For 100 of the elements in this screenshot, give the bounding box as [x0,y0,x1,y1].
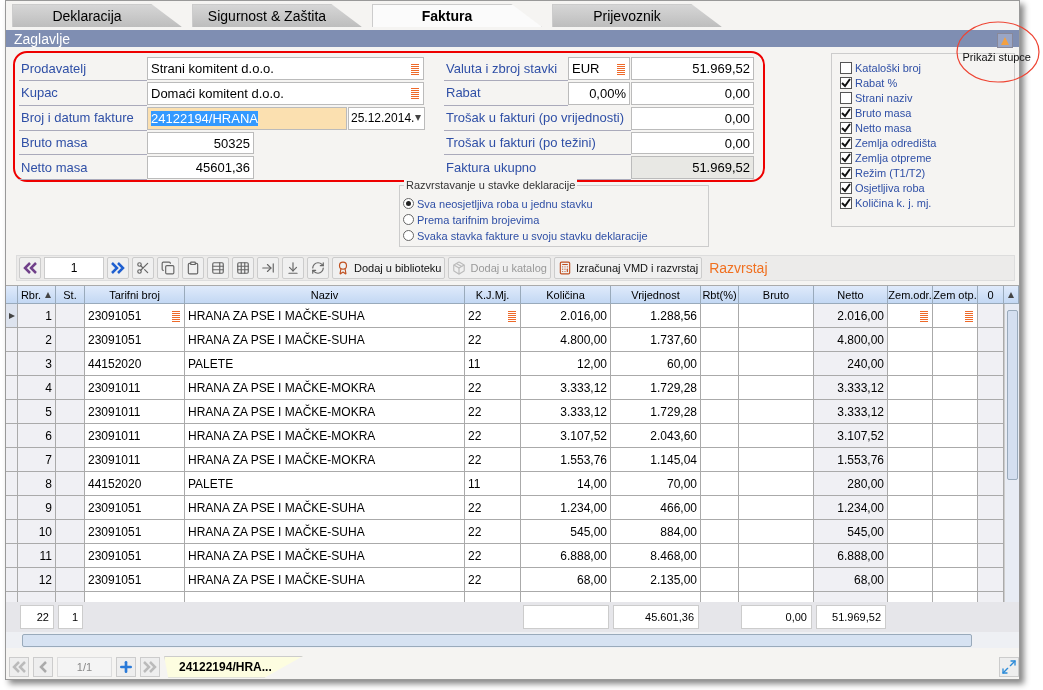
add-to-library-button[interactable]: Dodaj u biblioteku [332,257,446,280]
checkbox[interactable] [840,181,852,194]
radio-button[interactable] [403,230,414,242]
list-icon[interactable] [507,309,517,322]
list-icon[interactable] [964,309,974,322]
arrow-right-icon [261,261,275,276]
double-left-arrow-icon [23,262,37,275]
checkbox-label: Zemlja otpreme [855,151,932,164]
cut-button[interactable] [132,257,154,280]
table-cell [888,424,933,449]
table-cell: 1.729,28 [611,400,701,425]
add-button[interactable] [116,656,136,677]
row-selector[interactable] [6,304,18,329]
refresh-button[interactable] [307,257,329,280]
table-cell: 545,00 [521,520,611,545]
table-cell [56,544,85,569]
list-icon[interactable] [616,62,626,75]
checkbox[interactable] [840,196,852,209]
list-icon[interactable] [919,309,929,322]
tab[interactable]: Deklaracija [12,4,182,27]
delete-row-button[interactable] [232,257,254,280]
checkbox[interactable] [840,61,852,74]
date-field[interactable]: 25.12.2014. [348,106,425,130]
radio-button[interactable] [403,214,414,226]
column-header[interactable]: 0 [978,286,1004,305]
first-button[interactable] [19,257,41,280]
list-icon[interactable] [171,309,181,322]
gross-mass-field[interactable]: 50325 [147,131,254,155]
row-number-field[interactable]: 1 [44,257,104,280]
table-cell: 22 [465,544,521,569]
tab[interactable]: Prijevoznik [552,4,722,27]
document-tab[interactable]: 24122194/HRA... [164,655,304,678]
amount-field[interactable]: 0,00 [631,131,754,155]
first-page-button[interactable] [9,656,29,677]
column-header[interactable]: K.J.Mj. [465,286,521,305]
table-cell [933,376,978,401]
currency-field[interactable]: EUR [568,57,630,80]
list-icon[interactable] [410,87,420,100]
column-header[interactable]: Rbr. [18,286,56,305]
vertical-scrollbar[interactable] [1004,304,1019,603]
table-cell: 11 [465,352,521,377]
checkbox[interactable] [840,166,852,179]
last-page-button[interactable] [140,656,160,677]
column-header[interactable]: Naziv [185,286,465,305]
tab[interactable]: Sigurnost & Zaštita [192,4,362,27]
checkbox[interactable] [840,76,852,89]
amount-field[interactable]: 51.969,52 [631,57,754,80]
column-header[interactable]: St. [56,286,85,305]
insert-row-button[interactable] [207,257,229,280]
group-title: Razvrstavanje u stavke deklaracije [404,179,578,192]
fullscreen-button[interactable] [999,656,1019,677]
discount-percent-field[interactable]: 0,00% [568,82,630,105]
scroll-up-button[interactable] [1004,286,1019,305]
table-cell [701,496,739,521]
table-cell [978,424,1004,449]
column-header[interactable]: Bruto [739,286,814,305]
table-cell [888,352,933,377]
section-header: Zaglavlje [6,30,1019,48]
column-header[interactable]: Netto [814,286,888,305]
move-right-button[interactable] [257,257,279,280]
expand-icon [1001,658,1017,675]
buyer-field[interactable]: Domaći komitent d.o.o. [147,82,424,105]
calculate-button[interactable]: Izračunaj VMD i razvrstaj [553,257,703,280]
checkbox[interactable] [840,121,852,134]
table-cell: 3.333,12 [814,400,888,425]
checkbox[interactable] [840,151,852,164]
table-cell: 3.333,12 [521,400,611,425]
refresh-icon [311,261,325,276]
table-cell [56,424,85,449]
last-button[interactable] [107,257,129,280]
checkbox[interactable] [840,106,852,119]
net-mass-field[interactable]: 45601,36 [147,156,254,180]
table-cell [978,544,1004,569]
previous-page-button[interactable] [33,656,53,677]
table-cell: PALETE [185,352,465,377]
column-header[interactable]: Rbt(%) [701,286,739,305]
tab[interactable]: Faktura [372,4,542,27]
column-header[interactable]: Tarifni broj [85,286,185,305]
amount-field[interactable]: 0,00 [631,82,754,105]
table-cell: 1.145,04 [611,448,701,473]
column-header[interactable]: Vrijednost [611,286,701,305]
table-cell: HRANA ZA PSE I MAČKE-SUHA [185,544,465,569]
table-cell [978,400,1004,425]
list-icon[interactable] [410,62,420,75]
table-cell [56,472,85,497]
table-cell: 4.800,00 [521,328,611,353]
column-header[interactable]: Zem.odr. [888,286,933,305]
seller-field[interactable]: Strani komitent d.o.o. [147,57,424,80]
table-cell: 4.800,00 [814,328,888,353]
radio-button[interactable] [403,198,414,210]
move-down-button[interactable] [282,257,304,280]
column-header[interactable]: Količina [521,286,611,305]
amount-field[interactable]: 0,00 [631,106,754,130]
checkbox[interactable] [840,91,852,104]
column-header[interactable]: Zem otp. [933,286,978,305]
table-cell [978,352,1004,377]
copy-button[interactable] [157,257,179,280]
paste-button[interactable] [182,257,204,280]
horizontal-scrollbar[interactable] [6,632,1019,649]
checkbox[interactable] [840,136,852,149]
